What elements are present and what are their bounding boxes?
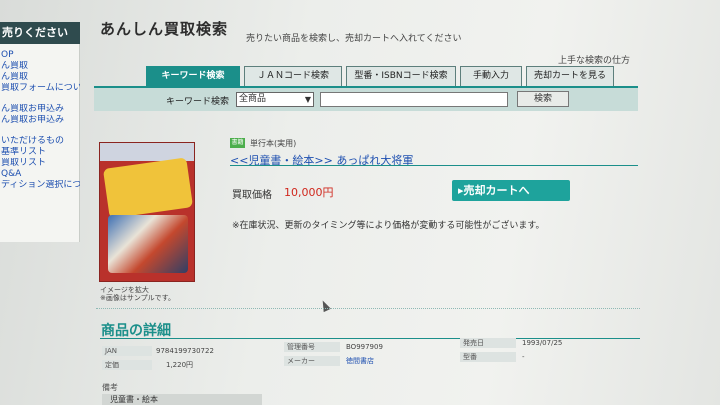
sample-image-note: ※画像はサンプルです。	[100, 294, 175, 302]
sidebar-item-kaitori[interactable]: ん買取	[0, 72, 80, 83]
price-notice: ※在庫状況、更新のタイミング等により価格が変動する可能性がございます。	[232, 221, 545, 231]
sidebar-item-kaitori-list[interactable]: 買取リスト	[0, 158, 80, 169]
maker-link[interactable]: 徳間書店	[346, 356, 374, 366]
add-to-cart-button[interactable]: ▸売却カートへ	[452, 180, 570, 201]
search-tabs: キーワード検索 ＪＡＮコード検索 型番・ISBNコード検索 手動入力 売却カート…	[146, 66, 614, 86]
price-value: 10,000円	[284, 186, 334, 199]
tab-view-cart[interactable]: 売却カートを見る	[526, 66, 614, 86]
release-date-value: 1993/07/25	[522, 339, 563, 347]
search-button[interactable]: 検索	[517, 91, 569, 107]
sidebar-item-kaitori-form[interactable]: 買取フォームについ	[0, 83, 80, 94]
remarks-label: 備考	[102, 383, 118, 392]
sidebar-item-anshin-kaitori[interactable]: ん買取	[0, 61, 80, 72]
remarks-value: 児童書・絵本	[102, 394, 262, 405]
tab-keyword-search[interactable]: キーワード検索	[146, 66, 240, 86]
category-badge: 書籍	[230, 138, 245, 148]
mouse-cursor-icon	[319, 298, 331, 313]
model-value: -	[522, 353, 525, 361]
list-price-value: 1,220円	[166, 361, 194, 369]
tab-manual-entry[interactable]: 手動入力	[460, 66, 522, 86]
search-tips-link[interactable]: 上手な検索の仕方	[558, 53, 630, 66]
control-no-label: 管理番号	[284, 342, 340, 352]
sidebar-item-apply-1[interactable]: ん買取お申込み	[0, 104, 80, 115]
control-no-value: BO997909	[346, 343, 383, 351]
title-divider	[230, 165, 638, 166]
sidebar-list: OP ん買取 ん買取 買取フォームについ ん買取お申込み ん買取お申込み いただ…	[0, 50, 80, 191]
sidebar-item-top[interactable]: OP	[0, 50, 80, 61]
section-divider	[96, 308, 640, 309]
page-title: あんしん買取検索	[100, 20, 229, 38]
tab-isbn-search[interactable]: 型番・ISBNコード検索	[346, 66, 456, 86]
sidebar-item-acceptable[interactable]: いただけるもの	[0, 136, 80, 147]
sidebar-item-criteria-list[interactable]: 基準リスト	[0, 147, 80, 158]
search-bar: キーワード検索 全商品 ▼ 検索	[94, 86, 638, 111]
sidebar-item-qa[interactable]: Q&A	[0, 169, 80, 180]
release-date-label: 発売日	[460, 338, 516, 348]
tab-jan-search[interactable]: ＪＡＮコード検索	[244, 66, 342, 86]
details-heading: 商品の詳細	[101, 323, 171, 339]
list-price-label: 定価	[102, 360, 152, 370]
cover-illustration	[108, 215, 188, 273]
sidebar: 売りください OP ん買取 ん買取 買取フォームについ ん買取お申込み ん買取お…	[0, 22, 80, 242]
maker-label: メーカー	[284, 356, 340, 366]
page-subtitle: 売りたい商品を検索し、売却カートへ入れてください	[246, 34, 462, 44]
keyword-input[interactable]	[320, 92, 508, 107]
sidebar-item-condition[interactable]: ディション選択について	[0, 180, 80, 191]
image-caption: イメージを拡大 ※画像はサンプルです。	[100, 286, 175, 302]
category-select[interactable]: 全商品 ▼	[236, 92, 314, 107]
jan-value: 9784199730722	[156, 347, 214, 355]
model-label: 型番	[460, 352, 516, 362]
sidebar-item-apply-2[interactable]: ん買取お申込み	[0, 115, 80, 126]
screen: 売りください OP ん買取 ん買取 買取フォームについ ん買取お申込み ん買取お…	[0, 0, 720, 405]
jan-label: JAN	[102, 346, 152, 356]
chevron-down-icon: ▼	[304, 95, 311, 104]
sidebar-header: 売りください	[0, 22, 80, 44]
enlarge-image-link[interactable]: イメージを拡大	[100, 286, 175, 294]
search-label: キーワード検索	[166, 97, 230, 107]
product-image[interactable]	[99, 142, 195, 282]
cover-logo-art	[102, 157, 194, 219]
binding-type: 単行本(実用)	[250, 139, 297, 148]
price-label: 買取価格	[232, 190, 272, 201]
category-select-value: 全商品	[239, 94, 267, 104]
